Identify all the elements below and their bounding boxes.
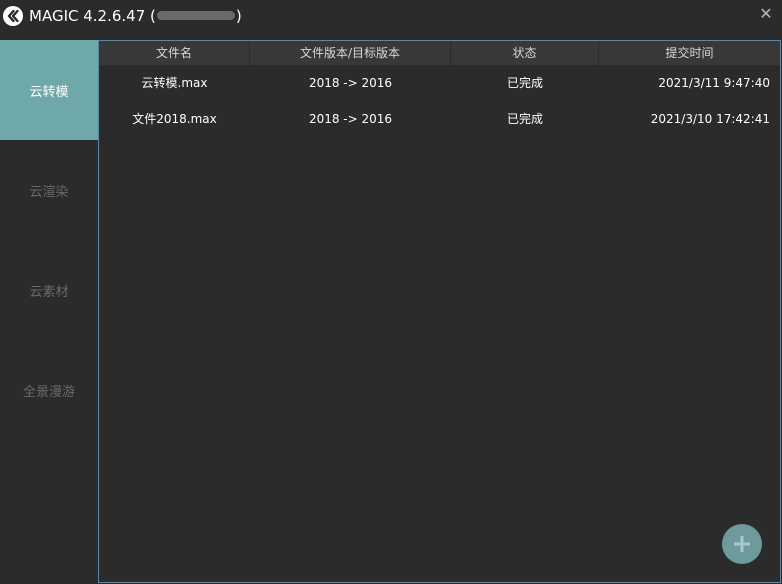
sidebar-item-cloud-convert[interactable]: 云转模 bbox=[0, 40, 98, 140]
cell-version: 2018 -> 2016 bbox=[308, 112, 393, 126]
table-row[interactable]: 云转模.max 2018 -> 2016 已完成 2021/3/11 9:47:… bbox=[99, 65, 780, 101]
table-header: 文件名 文件版本/目标版本 状态 提交时间 bbox=[99, 41, 780, 65]
cell-submit-time: 2021/3/11 9:47:40 bbox=[658, 76, 770, 90]
column-header-filename[interactable]: 文件名 bbox=[99, 41, 250, 65]
task-panel: 文件名 文件版本/目标版本 状态 提交时间 云转模.max 2018 -> 20… bbox=[98, 40, 781, 583]
add-task-button[interactable] bbox=[722, 524, 762, 564]
sidebar-item-label: 云转模 bbox=[29, 84, 69, 100]
cell-filename: 文件2018.max bbox=[132, 112, 217, 126]
column-header-version[interactable]: 文件版本/目标版本 bbox=[250, 41, 451, 65]
window-title: MAGIC 4.2.6.47 () bbox=[29, 6, 242, 26]
title-paren-open: ( bbox=[150, 7, 156, 25]
cell-status: 已完成 bbox=[506, 112, 543, 126]
title-paren-close: ) bbox=[235, 7, 242, 25]
sidebar-item-cloud-assets[interactable]: 云素材 bbox=[0, 240, 98, 340]
close-icon: ✕ bbox=[759, 4, 773, 23]
title-bar: MAGIC 4.2.6.47 () ✕ bbox=[0, 0, 782, 40]
sidebar: 云转模 云渲染 云素材 全景漫游 bbox=[0, 40, 98, 584]
sidebar-item-label: 全景漫游 bbox=[22, 384, 75, 400]
plus-icon bbox=[734, 536, 750, 552]
sidebar-item-label: 云素材 bbox=[29, 284, 69, 300]
app-logo-icon bbox=[3, 6, 23, 26]
app-name: MAGIC 4.2.6.47 bbox=[29, 7, 146, 25]
close-button[interactable]: ✕ bbox=[756, 4, 776, 24]
cell-filename: 云转模.max bbox=[141, 76, 208, 90]
column-header-status[interactable]: 状态 bbox=[451, 41, 599, 65]
sidebar-item-label: 云渲染 bbox=[29, 184, 69, 200]
cell-submit-time: 2021/3/10 17:42:41 bbox=[650, 112, 770, 126]
cell-version: 2018 -> 2016 bbox=[308, 76, 393, 90]
sidebar-item-panorama-tour[interactable]: 全景漫游 bbox=[0, 340, 98, 440]
sidebar-item-cloud-render[interactable]: 云渲染 bbox=[0, 140, 98, 240]
cell-status: 已完成 bbox=[506, 76, 543, 90]
app-window: MAGIC 4.2.6.47 () ✕ 云转模 云渲染 云素材 全景漫游 文件名… bbox=[0, 0, 782, 584]
redacted-username bbox=[156, 11, 235, 20]
table-row[interactable]: 文件2018.max 2018 -> 2016 已完成 2021/3/10 17… bbox=[99, 101, 780, 137]
column-header-submit-time[interactable]: 提交时间 bbox=[599, 41, 780, 65]
